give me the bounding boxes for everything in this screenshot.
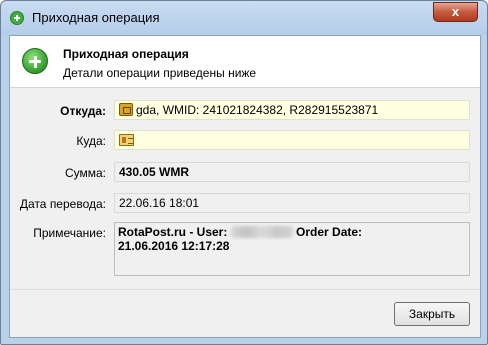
window-close-button[interactable]: x [433,2,478,22]
to-label: Куда: [76,134,106,148]
note-field[interactable]: RotaPost.ru - User: Order Date: 21.06.20… [114,222,470,276]
note-text-end: Order Date: [292,225,363,239]
incoming-plus-icon [10,11,24,25]
close-button[interactable]: Закрыть [394,302,470,326]
header-title: Приходная операция [63,47,189,61]
date-value: 22.06.16 18:01 [119,196,200,210]
to-field[interactable] [114,130,470,150]
purse-icon [119,103,133,116]
button-bar: Закрыть [10,289,480,337]
date-label: Дата перевода: [19,197,106,211]
card-icon [119,134,134,146]
amount-label: Сумма: [64,166,106,180]
from-label: Откуда: [60,104,106,118]
redacted-username [230,226,293,238]
date-field[interactable]: 22.06.16 18:01 [114,193,470,213]
note-text-line2: 21.06.2016 12:17:28 [118,239,230,253]
amount-field[interactable]: 430.05 WMR [114,162,470,182]
note-text-start: RotaPost.ru - User: [118,225,231,239]
note-label: Примечание: [33,226,106,240]
transaction-dialog: Приходная операция x Приходная операция … [0,0,488,345]
from-field[interactable]: gda, WMID: 241021824382, R282915523871 [114,100,470,120]
plus-circle-icon [22,48,48,74]
amount-value: 430.05 WMR [119,165,190,179]
from-value: gda, WMID: 241021824382, R282915523871 [136,103,379,117]
window-title: Приходная операция [32,10,160,25]
header-subtitle: Детали операции приведены ниже [63,66,257,80]
dialog-body: Приходная операция Детали операции приве… [9,35,481,338]
title-bar[interactable]: Приходная операция x [1,1,487,35]
dialog-header: Приходная операция Детали операции приве… [10,36,480,88]
